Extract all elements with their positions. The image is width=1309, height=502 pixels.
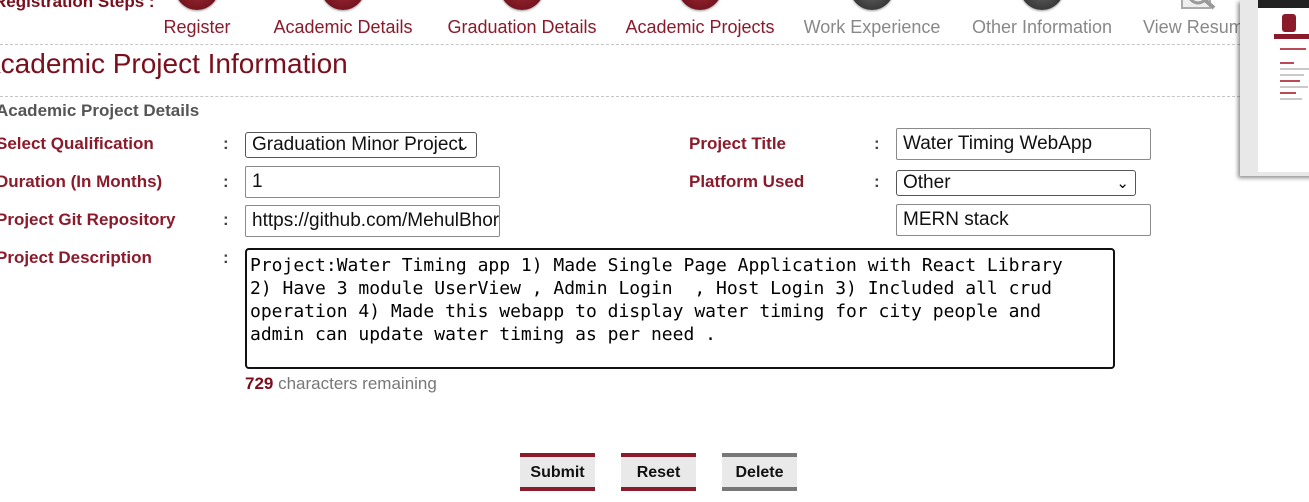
- platform-value: Other: [903, 172, 951, 193]
- step-other-information[interactable]: 6 Other Information: [964, 0, 1120, 40]
- platform-label: Platform Used: [689, 172, 805, 191]
- description-textarea[interactable]: Project:Water Timing app 1) Made Single …: [245, 248, 1115, 369]
- thumbnail-line: [1280, 86, 1308, 88]
- step-label: Work Experience: [803, 17, 941, 37]
- project-title-input[interactable]: Water Timing WebApp: [896, 128, 1151, 160]
- delete-button[interactable]: Delete: [722, 453, 797, 491]
- step-label: Other Information: [971, 17, 1113, 37]
- title-divider: [0, 96, 1240, 97]
- step-label: Academic Projects: [625, 17, 775, 37]
- registration-steps-label: Registration Steps :: [0, 0, 155, 11]
- step-number-badge: 2: [321, 0, 365, 10]
- step-academic-details[interactable]: 2 Academic Details: [262, 0, 424, 40]
- thumbnail-line: [1280, 98, 1302, 100]
- colon: :: [874, 134, 880, 153]
- chevron-down-icon: ⌄: [457, 137, 470, 154]
- step-number-badge: 1: [175, 0, 219, 10]
- step-graduation-details[interactable]: 3 Graduation Details: [438, 0, 606, 40]
- step-number-badge: 5: [850, 0, 894, 10]
- thumbnail-line: [1280, 80, 1300, 82]
- step-number-badge: 3: [500, 0, 544, 10]
- remaining-count: 729: [245, 374, 274, 393]
- colon: :: [223, 134, 229, 153]
- steps-divider: [0, 44, 1240, 45]
- duration-input[interactable]: 1: [245, 166, 500, 198]
- thumbnail-toolbar: [1258, 0, 1309, 8]
- thumbnail-banner: [1274, 34, 1309, 39]
- description-label: Project Description: [0, 248, 152, 267]
- project-title-label: Project Title: [689, 134, 786, 153]
- git-repo-label: Project Git Repository: [0, 210, 176, 229]
- colon: :: [874, 172, 880, 191]
- colon: :: [223, 248, 229, 267]
- platform-other-input[interactable]: MERN stack: [896, 204, 1151, 236]
- submit-button[interactable]: Submit: [520, 453, 595, 491]
- thumbnail-line: [1280, 68, 1309, 70]
- step-label: Graduation Details: [447, 17, 597, 37]
- qualification-value: Graduation Minor Project: [252, 134, 464, 155]
- step-number-badge: 4: [678, 0, 722, 10]
- thumbnail-line: [1280, 62, 1294, 64]
- git-repo-input[interactable]: https://github.com/MehulBhore: [245, 205, 500, 237]
- step-register[interactable]: 1 Register: [152, 0, 242, 40]
- page-title: Academic Project Information: [0, 48, 348, 79]
- thumbnail-logo: [1282, 14, 1296, 32]
- step-label: Academic Details: [273, 17, 413, 37]
- thumbnail-line: [1280, 92, 1296, 94]
- resume-icon[interactable]: [1176, 0, 1220, 16]
- remaining-text: characters remaining: [273, 374, 437, 393]
- characters-remaining: 729 characters remaining: [245, 374, 437, 394]
- qualification-label: Select Qualification: [0, 134, 154, 153]
- platform-select[interactable]: Other ⌄: [896, 170, 1136, 196]
- qualification-select[interactable]: Graduation Minor Project ⌄: [245, 132, 477, 158]
- section-title: Academic Project Details: [0, 101, 200, 120]
- step-label: View Resume: [1143, 17, 1240, 37]
- step-work-experience[interactable]: 5 Work Experience: [796, 0, 948, 40]
- window-thumbnail[interactable]: [1240, 0, 1309, 176]
- reset-button[interactable]: Reset: [621, 453, 696, 491]
- colon: :: [223, 210, 229, 229]
- step-academic-projects[interactable]: 4 Academic Projects: [616, 0, 784, 40]
- thumbnail-line: [1280, 74, 1304, 76]
- step-number-badge: 6: [1020, 0, 1064, 10]
- chevron-down-icon: ⌄: [1116, 175, 1129, 192]
- colon: :: [223, 172, 229, 191]
- thumbnail-line: [1280, 48, 1306, 50]
- duration-label: Duration (In Months): [0, 172, 163, 191]
- step-label: Register: [163, 17, 231, 37]
